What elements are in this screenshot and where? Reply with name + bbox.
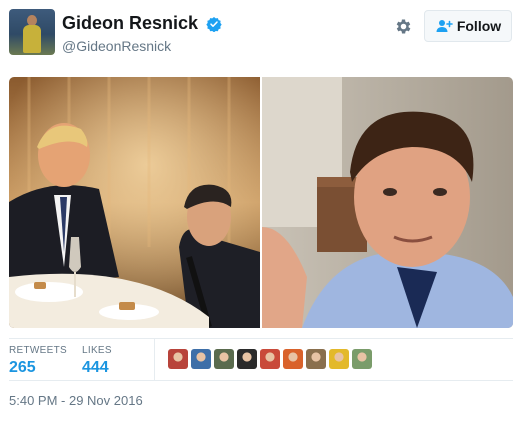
avatar-figure (22, 15, 42, 53)
tweet-timestamp[interactable]: 5:40 PM - 29 Nov 2016 (9, 393, 143, 408)
follow-button-label: Follow (456, 18, 502, 34)
photo-left[interactable] (9, 77, 260, 328)
media-grid (9, 77, 513, 328)
gear-icon[interactable] (394, 17, 413, 36)
liker-avatar[interactable] (306, 349, 326, 369)
verified-badge-icon (205, 16, 222, 32)
add-user-icon (436, 20, 453, 32)
liker-avatar[interactable] (352, 349, 372, 369)
follow-button[interactable]: Follow (424, 10, 512, 42)
liker-avatar[interactable] (168, 349, 188, 369)
user-info: Gideon Resnick @GideonResnick (62, 13, 222, 54)
liker-avatars (168, 349, 372, 373)
liker-avatar[interactable] (283, 349, 303, 369)
likes-stat[interactable]: LIKES 444 (82, 345, 112, 377)
likes-label: LIKES (82, 345, 112, 356)
avatar[interactable] (9, 9, 55, 55)
display-name[interactable]: Gideon Resnick (62, 13, 198, 34)
engagement-stats: RETWEETS 265 LIKES 444 (9, 338, 513, 381)
retweets-label: RETWEETS (9, 345, 67, 356)
liker-avatar[interactable] (260, 349, 280, 369)
liker-avatar[interactable] (329, 349, 349, 369)
liker-avatar[interactable] (191, 349, 211, 369)
tweet-card: Gideon Resnick @GideonResnick Follow RET… (0, 0, 519, 421)
liker-avatar[interactable] (214, 349, 234, 369)
avatar-body (23, 25, 41, 53)
user-handle[interactable]: @GideonResnick (62, 38, 222, 54)
likes-count: 444 (82, 359, 109, 376)
stats-divider (154, 339, 155, 381)
photo-right[interactable] (262, 77, 513, 328)
retweets-stat[interactable]: RETWEETS 265 (9, 345, 67, 377)
liker-avatar[interactable] (237, 349, 257, 369)
retweets-count: 265 (9, 359, 36, 376)
